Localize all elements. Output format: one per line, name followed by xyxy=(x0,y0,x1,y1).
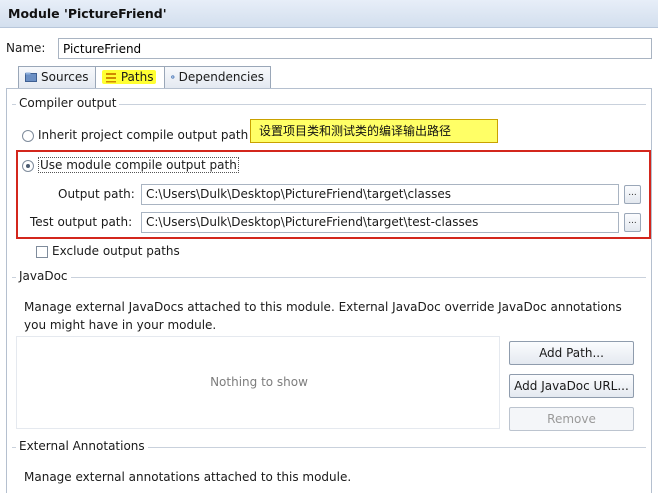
add-javadoc-url-button[interactable]: Add JavaDoc URL... xyxy=(509,374,634,398)
tab-paths[interactable]: Paths xyxy=(95,66,165,89)
output-path-browse-button[interactable]: ... xyxy=(624,185,641,204)
paths-panel xyxy=(6,88,652,493)
module-name-input[interactable] xyxy=(58,38,652,59)
output-path-label: Output path: xyxy=(58,187,135,201)
exclude-output-label: Exclude output paths xyxy=(52,244,180,258)
annotation-callout: 设置项目类和测试类的编译输出路径 xyxy=(250,119,498,143)
javadoc-empty-text: Nothing to show xyxy=(210,375,308,389)
inherit-output-radio[interactable] xyxy=(22,130,34,142)
folder-icon xyxy=(25,72,37,82)
compiler-output-title: Compiler output xyxy=(16,96,120,110)
paths-highlight: Paths xyxy=(102,70,157,84)
javadoc-list[interactable]: Nothing to show xyxy=(16,336,500,429)
tab-dependencies[interactable]: Dependencies xyxy=(164,66,271,88)
module-settings-window: Module 'PictureFriend' Name: Sources Pat… xyxy=(0,0,658,493)
name-label: Name: xyxy=(6,41,46,55)
window-title: Module 'PictureFriend' xyxy=(0,0,658,28)
tab-sources-label: Sources xyxy=(41,70,89,84)
javadoc-title: JavaDoc xyxy=(16,269,71,283)
external-annotations-title: External Annotations xyxy=(16,439,148,453)
test-output-path-label: Test output path: xyxy=(30,215,133,229)
paths-icon xyxy=(106,73,116,83)
dependencies-icon xyxy=(171,75,175,79)
javadoc-separator xyxy=(12,277,646,278)
tab-dependencies-label: Dependencies xyxy=(178,70,264,84)
output-path-input[interactable]: C:\Users\Dulk\Desktop\PictureFriend\targ… xyxy=(141,184,619,205)
external-annotations-description: Manage external annotations attached to … xyxy=(24,470,352,484)
exclude-output-checkbox[interactable] xyxy=(36,246,48,258)
test-output-path-browse-button[interactable]: ... xyxy=(624,213,641,232)
use-module-output-radio[interactable] xyxy=(22,160,34,172)
tab-paths-label: Paths xyxy=(120,70,154,84)
tab-sources[interactable]: Sources xyxy=(18,66,96,88)
name-row: Name: xyxy=(6,38,652,60)
test-output-path-input[interactable]: C:\Users\Dulk\Desktop\PictureFriend\targ… xyxy=(141,212,619,233)
remove-button[interactable]: Remove xyxy=(509,407,634,431)
use-module-output-label: Use module compile output path xyxy=(38,157,239,173)
add-path-button[interactable]: Add Path... xyxy=(509,341,634,365)
javadoc-description: Manage external JavaDocs attached to thi… xyxy=(24,300,622,332)
inherit-output-label: Inherit project compile output path xyxy=(38,128,249,142)
